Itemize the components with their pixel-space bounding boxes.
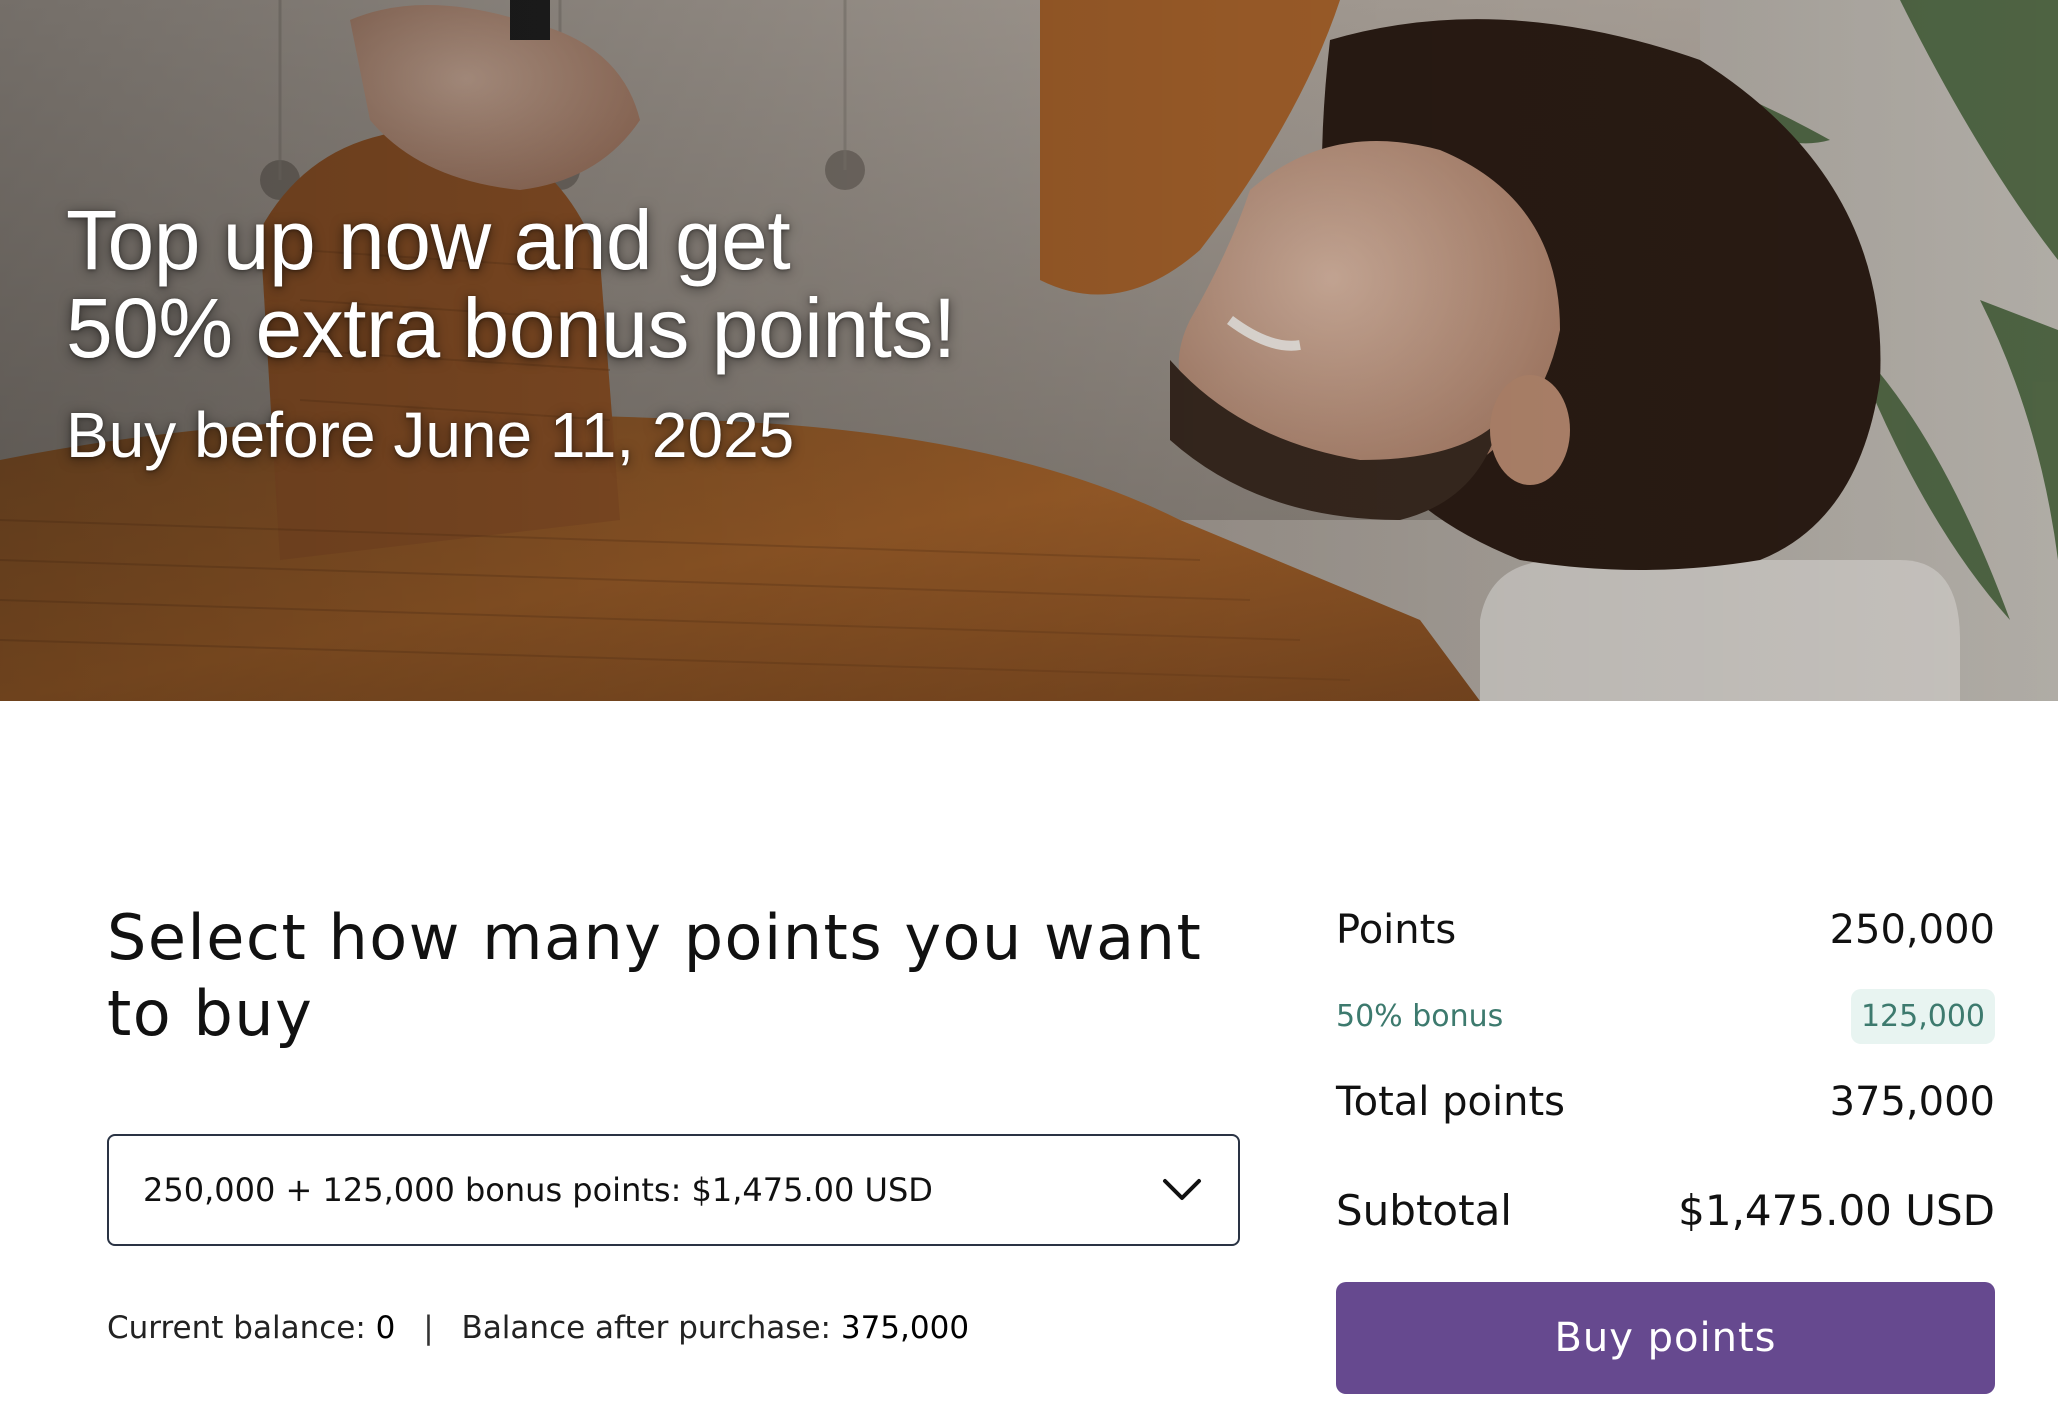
points-selection-panel: Select how many points you want to buy 2… (107, 900, 1240, 1346)
hero-text-block: Top up now and get 50% extra bonus point… (66, 196, 956, 470)
hero-subline: Buy before June 11, 2025 (66, 399, 795, 471)
subtotal-row: Subtotal $1,475.00 USD (1336, 1180, 1995, 1240)
points-row: Points 250,000 (1336, 900, 1995, 960)
hero-headline: Top up now and get 50% extra bonus point… (66, 196, 956, 372)
current-balance-label: Current balance: (107, 1310, 366, 1346)
subtotal-value: $1,475.00 USD (1678, 1185, 1995, 1235)
buy-points-button[interactable]: Buy points (1336, 1282, 1995, 1394)
points-package-dropdown[interactable]: 250,000 + 125,000 bonus points: $1,475.0… (107, 1134, 1240, 1246)
balance-info: Current balance: 0 | Balance after purch… (107, 1310, 969, 1346)
balance-after-value: 375,000 (840, 1310, 970, 1346)
bonus-value-badge: 125,000 (1850, 988, 1995, 1044)
dropdown-selected-value: 250,000 + 125,000 bonus points: $1,475.0… (143, 1171, 933, 1209)
bonus-label: 50% bonus (1336, 998, 1504, 1034)
points-value: 250,000 (1829, 907, 1995, 953)
current-balance-value: 0 (375, 1310, 396, 1346)
selection-title: Select how many points you want to buy (107, 901, 1203, 1050)
chevron-down-icon (1160, 1168, 1204, 1212)
bonus-row: 50% bonus 125,000 (1336, 984, 1995, 1048)
balance-after-label: Balance after purchase: (461, 1310, 831, 1346)
points-label: Points (1336, 907, 1457, 953)
balance-separator: | (423, 1310, 434, 1346)
hero-banner: Top up now and get 50% extra bonus point… (0, 0, 2058, 701)
hero-headline-line1: Top up now and get (66, 193, 791, 287)
total-points-label: Total points (1336, 1079, 1565, 1125)
total-points-row: Total points 375,000 (1336, 1072, 1995, 1132)
total-points-value: 375,000 (1829, 1079, 1995, 1125)
subtotal-label: Subtotal (1336, 1185, 1512, 1235)
hero-headline-line2: 50% extra bonus points! (66, 281, 956, 375)
